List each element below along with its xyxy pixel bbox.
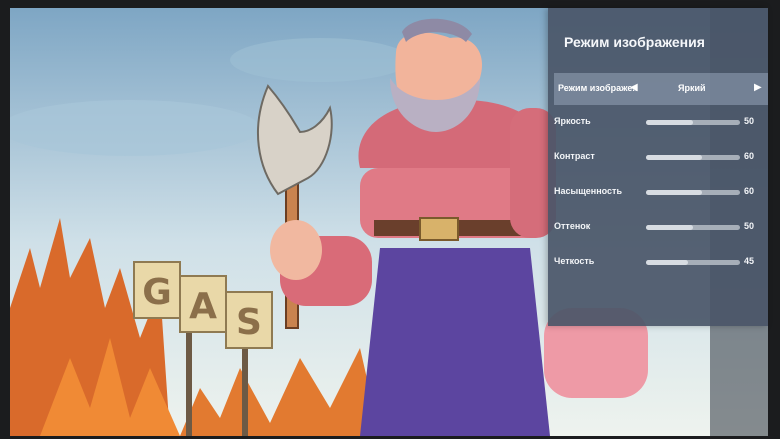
sharpness-setting[interactable]: Четкость 45 [554, 252, 768, 276]
setting-label: Четкость [554, 256, 595, 266]
hue-slider[interactable] [646, 225, 740, 230]
slider-fill [646, 155, 703, 160]
sign-letter-s: S [225, 291, 273, 349]
sign-letter: S [236, 302, 262, 343]
setting-label: Насыщенность [554, 186, 622, 196]
picture-mode-label: Режим изображе.. [558, 83, 638, 93]
sign-letter: A [189, 286, 217, 327]
hue-setting[interactable]: Оттенок 50 [554, 217, 768, 241]
brightness-setting[interactable]: Яркость 50 [554, 112, 768, 136]
slider-fill [646, 190, 703, 195]
sign-letter-g: G [133, 261, 181, 319]
picture-mode-value: Яркий [678, 83, 706, 93]
sharpness-slider[interactable] [646, 260, 740, 265]
chevron-right-icon[interactable]: ▶ [754, 82, 762, 93]
setting-value: 60 [744, 186, 755, 196]
brightness-slider[interactable] [646, 120, 740, 125]
picture-mode-menu: Режим изображения Режим изображе.. ◀ Ярк… [548, 8, 768, 326]
setting-label: Яркость [554, 116, 591, 126]
sign-letter: G [142, 272, 172, 313]
setting-value: 50 [744, 116, 755, 126]
picture-mode-selector[interactable]: Режим изображе.. ◀ Яркий ▶ [554, 73, 768, 105]
contrast-slider[interactable] [646, 155, 740, 160]
chevron-left-icon[interactable]: ◀ [630, 82, 638, 93]
saturation-slider[interactable] [646, 190, 740, 195]
setting-value: 45 [744, 256, 755, 266]
cloud [230, 38, 410, 82]
menu-title: Режим изображения [564, 34, 705, 50]
slider-fill [646, 260, 689, 265]
contrast-setting[interactable]: Контраст 60 [554, 147, 768, 171]
setting-label: Контраст [554, 151, 595, 161]
cloud [10, 100, 260, 156]
setting-label: Оттенок [554, 221, 591, 231]
slider-fill [646, 120, 693, 125]
setting-value: 50 [744, 221, 755, 231]
setting-value: 60 [744, 151, 755, 161]
sign-letter-a: A [179, 275, 227, 333]
slider-fill [646, 225, 693, 230]
projector-screen: G A S Режим изображения Режим изображе..… [0, 0, 780, 439]
saturation-setting[interactable]: Насыщенность 60 [554, 182, 768, 206]
